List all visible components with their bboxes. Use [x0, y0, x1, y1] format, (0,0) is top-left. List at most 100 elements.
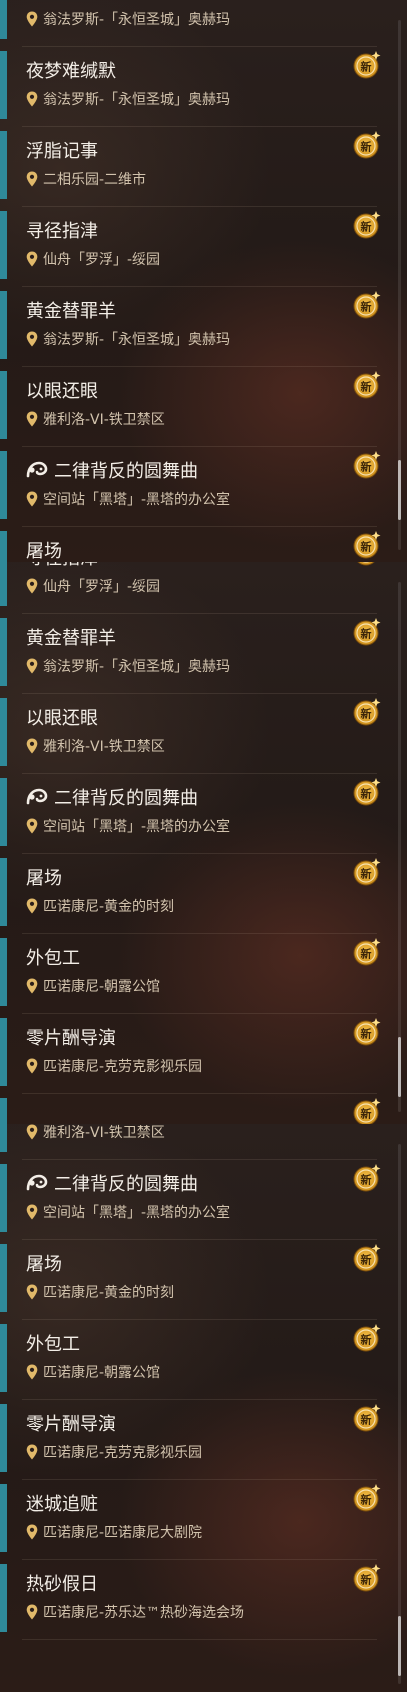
quest-location-text: 匹诺康尼-匹诺康尼大剧院 [43, 1525, 203, 1541]
item-accent-bar [0, 618, 7, 686]
quest-list-item[interactable]: 翁法罗斯-「永恒圣城」奥赫玛新 [0, 0, 407, 47]
quest-list-item[interactable]: 夜梦难缄默翁法罗斯-「永恒圣城」奥赫玛 新 [0, 47, 407, 127]
item-accent-bar [0, 371, 7, 439]
item-accent-bar [0, 1404, 7, 1472]
quest-list-item[interactable]: 屠场 匹诺康尼-黄金的时刻 新 [0, 1240, 407, 1320]
quest-title-text: 以眼还眼 [26, 381, 98, 402]
item-accent-bar [0, 291, 7, 359]
quest-list-item[interactable]: 以眼还眼 雅利洛-VI-铁卫禁区 新 [0, 694, 407, 774]
quest-type-icon [26, 1173, 48, 1193]
quest-list-item[interactable]: 二律背反的圆舞曲 空间站「黑塔」-黑塔的办公室 新 [0, 774, 407, 854]
quest-location: 空间站「黑塔」-黑塔的办公室 [26, 816, 230, 836]
quest-title-text: 二律背反的圆舞曲 [54, 461, 198, 482]
quest-location-text: 匹诺康尼-克劳克影视乐园 [43, 1445, 203, 1461]
scrollbar-track[interactable] [398, 582, 401, 1112]
quest-title: 黄金替罪羊 [26, 297, 116, 323]
quest-title: 寻径指津 [26, 217, 98, 243]
quest-location-text: 二相乐园-二维市 [43, 172, 147, 188]
new-badge-icon: 新 [351, 1016, 381, 1046]
new-badge-icon: 新 [351, 856, 381, 886]
new-badge-icon: 新 [351, 1562, 381, 1592]
quest-list-item[interactable]: 二律背反的圆舞曲 空间站「黑塔」-黑塔的办公室 新 [0, 447, 407, 527]
quest-title: 以眼还眼 [26, 377, 98, 403]
quest-title: 屠场 [26, 537, 62, 562]
quest-location: 二相乐园-二维市 [26, 169, 146, 189]
new-badge-icon: 新 [351, 1242, 381, 1272]
quest-list-item[interactable]: 寻径指津仙舟「罗浮」-绥园 新 [0, 562, 407, 614]
quest-location: 匹诺康尼-朝露公馆 [26, 976, 160, 996]
item-accent-bar [0, 131, 7, 199]
quest-title-text: 零片酬导演 [26, 1414, 116, 1435]
location-pin-icon [26, 658, 38, 674]
quest-list-item[interactable]: 新 [0, 1094, 407, 1124]
location-pin-icon [26, 251, 38, 267]
item-accent-bar [0, 451, 7, 519]
new-badge-icon: 新 [351, 289, 381, 319]
new-badge-icon: 新 [351, 776, 381, 806]
svg-text:新: 新 [361, 60, 372, 74]
quest-list-item[interactable]: 雅利洛-VI-铁卫禁区新 [0, 1124, 407, 1160]
quest-title-text: 黄金替罪羊 [26, 301, 116, 322]
quest-list-item[interactable]: 黄金替罪羊翁法罗斯-「永恒圣城」奥赫玛 新 [0, 287, 407, 367]
location-pin-icon [26, 578, 38, 594]
quest-location: 翁法罗斯-「永恒圣城」奥赫玛 [26, 89, 230, 109]
location-pin-icon [26, 1058, 38, 1074]
quest-list-panel: 雅利洛-VI-铁卫禁区新二律背反的圆舞曲空间站「黑塔」-黑塔的办公室新屠场匹诺康… [0, 1124, 407, 1692]
quest-title-text: 屠场 [26, 868, 62, 889]
quest-location-text: 翁法罗斯-「永恒圣城」奥赫玛 [43, 332, 231, 348]
quest-list-item[interactable]: 零片酬导演 匹诺康尼-克劳克影视乐园 新 [0, 1014, 407, 1094]
location-pin-icon [26, 171, 38, 187]
new-badge-icon: 新 [351, 936, 381, 966]
quest-title-text: 屠场 [26, 1254, 62, 1275]
quest-location-text: 雅利洛-VI-铁卫禁区 [43, 739, 165, 755]
svg-text:新: 新 [361, 300, 372, 314]
new-badge-icon: 新 [351, 1402, 381, 1432]
scrollbar-thumb[interactable] [398, 1616, 401, 1676]
quest-list-item[interactable]: 外包工匹诺康尼-朝露公馆 新 [0, 934, 407, 1014]
quest-type-icon [26, 787, 48, 807]
quest-location-text: 翁法罗斯-「永恒圣城」奥赫玛 [43, 659, 231, 675]
quest-list-item[interactable]: 热砂假日 匹诺康尼-苏乐达™热砂海选会场 新 [0, 1560, 407, 1640]
quest-title-text: 外包工 [26, 948, 80, 969]
svg-text:新: 新 [361, 707, 372, 721]
item-accent-bar [0, 1484, 7, 1552]
quest-location: 空间站「黑塔」-黑塔的办公室 [26, 489, 230, 509]
item-accent-bar [0, 858, 7, 926]
quest-list-item[interactable]: 零片酬导演匹诺康尼-克劳克影视乐园 新 [0, 1400, 407, 1480]
quest-list-item[interactable]: 黄金替罪羊 翁法罗斯-「永恒圣城」奥赫玛 新 [0, 614, 407, 694]
quest-list-item[interactable]: 寻径指津仙舟「罗浮」-绥园 新 [0, 207, 407, 287]
quest-title: 零片酬导演 [26, 1024, 116, 1050]
quest-list-item[interactable]: 屠场 新 [0, 527, 407, 562]
new-badge-icon: 新 [351, 529, 381, 559]
quest-title-text: 夜梦难缄默 [26, 61, 116, 82]
svg-text:新: 新 [361, 947, 372, 961]
scrollbar-thumb[interactable] [398, 460, 401, 520]
quest-list-item[interactable]: 外包工 匹诺康尼-朝露公馆 新 [0, 1320, 407, 1400]
item-accent-bar [0, 1564, 7, 1632]
item-accent-bar [0, 211, 7, 279]
quest-location-text: 仙舟「罗浮」-绥园 [43, 252, 161, 268]
location-pin-icon [26, 1364, 38, 1380]
svg-text:新: 新 [361, 867, 372, 881]
quest-location-text: 匹诺康尼-黄金的时刻 [43, 899, 175, 915]
quest-list-item[interactable]: 迷城追赃匹诺康尼-匹诺康尼大剧院 新 [0, 1480, 407, 1560]
quest-list-item[interactable]: 二律背反的圆舞曲 空间站「黑塔」-黑塔的办公室 新 [0, 1160, 407, 1240]
quest-list-item[interactable]: 屠场匹诺康尼-黄金的时刻 新 [0, 854, 407, 934]
quest-location: 雅利洛-VI-铁卫禁区 [26, 736, 165, 756]
location-pin-icon [26, 331, 38, 347]
quest-list-item[interactable]: 以眼还眼 雅利洛-VI-铁卫禁区 新 [0, 367, 407, 447]
quest-title: 二律背反的圆舞曲 [26, 1170, 198, 1196]
item-accent-bar [0, 0, 7, 39]
location-pin-icon [26, 1124, 38, 1140]
quest-location-text: 匹诺康尼-苏乐达™热砂海选会场 [43, 1605, 245, 1621]
new-badge-icon: 新 [351, 1482, 381, 1512]
quest-title-text: 迷城追赃 [26, 1494, 98, 1515]
scrollbar-thumb[interactable] [398, 1037, 401, 1097]
quest-list-item[interactable]: 浮脂记事 二相乐园-二维市 新 [0, 127, 407, 207]
item-accent-bar [0, 1244, 7, 1312]
quest-title-text: 外包工 [26, 1334, 80, 1355]
scrollbar-track[interactable] [398, 1144, 401, 1684]
quest-title-text: 黄金替罪羊 [26, 628, 116, 649]
quest-title: 外包工 [26, 1330, 80, 1356]
svg-text:新: 新 [361, 1027, 372, 1041]
